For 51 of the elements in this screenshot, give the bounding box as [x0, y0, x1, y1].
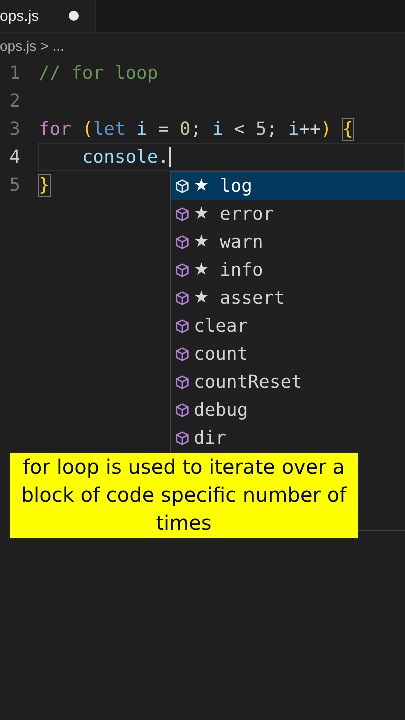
suggestion-item[interactable]: clear [171, 312, 405, 340]
suggestion-item[interactable]: ★ log [171, 172, 405, 200]
suggestion-label: countReset [194, 372, 302, 392]
star-icon: ★ [194, 232, 216, 252]
suggestion-label: log [220, 176, 253, 196]
code-line: // for loop [39, 62, 158, 84]
method-icon [175, 318, 190, 334]
method-icon [175, 290, 190, 306]
suggestion-label: debug [194, 400, 248, 420]
suggestion-label: warn [220, 232, 264, 252]
method-icon [175, 402, 190, 418]
method-icon [175, 178, 190, 194]
star-icon: ★ [194, 260, 216, 280]
breadcrumb-more[interactable]: ... [52, 38, 64, 54]
caption-text: for loop is used to iterate over a block of code specific number of times [10, 453, 358, 538]
suggestion-item[interactable]: debug [171, 396, 405, 424]
line-number: 2 [8, 90, 22, 112]
method-icon [175, 234, 190, 250]
line-number: 5 [8, 174, 22, 196]
line-number: 4 [8, 146, 22, 168]
suggestion-item[interactable]: count [171, 340, 405, 368]
text-cursor [169, 147, 172, 167]
suggestion-item[interactable]: dir [171, 424, 405, 452]
star-icon: ★ [194, 176, 216, 196]
breadcrumb-separator: > [40, 38, 49, 54]
method-icon [175, 430, 190, 446]
method-icon [175, 346, 190, 362]
code-line: for (let i = 0; i < 5; i++) { [39, 118, 354, 140]
tab-label: ops.js [0, 8, 40, 24]
suggestion-label: dir [194, 428, 227, 448]
method-icon [175, 206, 190, 222]
method-icon [175, 374, 190, 390]
suggestion-item[interactable]: ★ assert [171, 284, 405, 312]
suggestion-label: clear [194, 316, 248, 336]
star-icon: ★ [194, 288, 216, 308]
suggestion-item[interactable]: ★ info [171, 256, 405, 284]
star-icon: ★ [194, 204, 216, 224]
suggestion-item[interactable]: countReset [171, 368, 405, 396]
line-number: 3 [8, 118, 22, 140]
suggestion-label: count [194, 344, 248, 364]
suggestion-item[interactable]: ★ warn [171, 228, 405, 256]
code-line: console. [81, 146, 170, 168]
line-number: 1 [8, 62, 22, 84]
method-icon [175, 262, 190, 278]
suggestion-label: assert [220, 288, 286, 308]
editor-tab[interactable]: ops.js [0, 0, 96, 32]
suggestion-item[interactable]: ★ error [171, 200, 405, 228]
breadcrumb-file[interactable]: ops.js [0, 38, 37, 54]
code-line: } [39, 174, 50, 196]
suggestion-label: info [220, 260, 264, 280]
suggestion-label: error [220, 204, 274, 224]
